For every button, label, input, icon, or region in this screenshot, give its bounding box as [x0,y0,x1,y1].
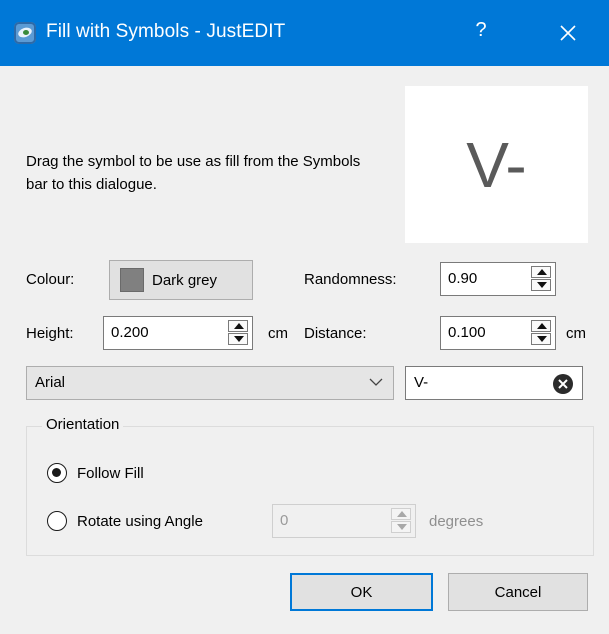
angle-up-arrow-icon[interactable] [391,508,411,520]
randomness-up-arrow-icon[interactable] [531,266,551,278]
randomness-stepper [531,266,551,292]
clear-x-glyph [558,379,568,389]
angle-value: 0 [280,512,289,529]
distance-stepper [531,320,551,346]
distance-value: 0.100 [448,324,486,341]
distance-label: Distance: [304,325,367,342]
randomness-down-arrow-icon[interactable] [531,279,551,291]
colour-swatch [120,268,144,292]
preview-symbol: V- [466,128,527,201]
randomness-label: Randomness: [304,271,397,288]
rotate-angle-option[interactable]: Rotate using Angle [47,511,203,531]
symbol-input[interactable]: V- [405,366,583,400]
distance-up-arrow-icon[interactable] [531,320,551,332]
follow-fill-label: Follow Fill [77,464,144,482]
angle-spinbox[interactable]: 0 [272,504,416,538]
instructions-text: Drag the symbol to be use as fill from t… [26,153,361,193]
colour-label: Colour: [26,271,75,288]
symbol-preview: V- [405,86,588,243]
cancel-button[interactable]: Cancel [448,573,588,611]
clear-icon[interactable] [553,374,573,394]
window-title: Fill with Symbols - JustEDIT [46,21,286,42]
height-up-arrow-icon[interactable] [228,320,248,332]
follow-fill-option[interactable]: Follow Fill [47,463,144,483]
help-button[interactable]: ? [466,19,496,42]
title-bar: Fill with Symbols - JustEDIT ? [0,0,609,66]
colour-value: Dark grey [152,271,218,289]
symbol-input-value: V- [414,374,429,391]
rotate-angle-radio[interactable] [47,511,67,531]
height-unit: cm [268,325,288,342]
rotate-angle-label: Rotate using Angle [77,512,203,530]
follow-fill-radio[interactable] [47,463,67,483]
colour-button[interactable]: Dark grey [109,260,253,300]
distance-down-arrow-icon[interactable] [531,333,551,345]
ok-button[interactable]: OK [290,573,433,611]
orientation-title: Orientation [42,416,124,433]
height-down-arrow-icon[interactable] [228,333,248,345]
angle-down-arrow-icon[interactable] [391,521,411,533]
height-value: 0.200 [111,324,149,341]
close-button[interactable] [548,15,588,51]
distance-spinbox[interactable]: 0.100 [440,316,556,350]
randomness-value: 0.90 [448,270,478,287]
chevron-down-icon [369,378,383,386]
distance-unit: cm [566,325,586,342]
height-spinbox[interactable]: 0.200 [103,316,253,350]
justedit-app-icon [14,22,36,44]
font-value: Arial [35,374,66,391]
height-stepper [228,320,248,346]
font-dropdown[interactable]: Arial [26,366,394,400]
close-icon [560,25,576,41]
angle-stepper [391,508,411,534]
randomness-spinbox[interactable]: 0.90 [440,262,556,296]
height-label: Height: [26,325,74,342]
angle-unit: degrees [429,513,484,530]
